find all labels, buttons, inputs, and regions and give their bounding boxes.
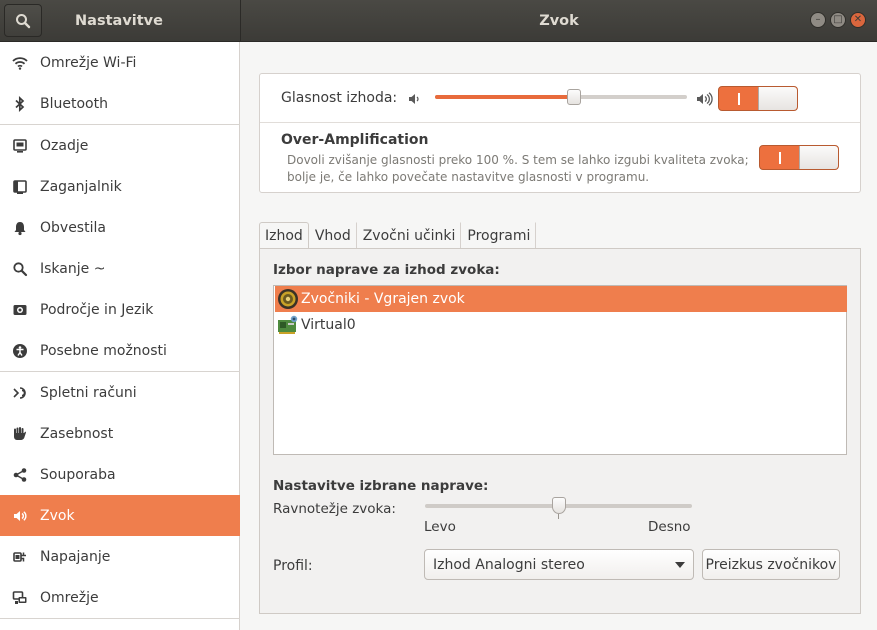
sidebar-item-network[interactable]: Omrežje — [0, 577, 240, 618]
over-amplification-title: Over-Amplification — [281, 132, 429, 148]
over-amplification-switch[interactable] — [759, 145, 839, 170]
sidebar-item-label: Področje in Jezik — [40, 301, 154, 318]
sidebar-separator — [0, 618, 240, 619]
frame-separator — [260, 122, 860, 123]
balance-center-mark — [558, 514, 559, 519]
volume-high-icon — [696, 91, 714, 111]
output-volume-switch[interactable] — [718, 86, 798, 111]
device-list: Zvočniki - Vgrajen zvok Virtual0 — [273, 285, 847, 455]
sidebar-item-label: Posebne možnosti — [40, 342, 167, 359]
header-bar: Nastavitve Zvok – □ ✕ — [0, 0, 877, 42]
sidebar-item-background[interactable]: Ozadje — [0, 125, 240, 166]
sidebar-item-label: Omrežje — [40, 589, 99, 606]
test-speakers-button[interactable]: Preizkus zvočnikov — [702, 549, 840, 580]
sound-card-icon — [275, 315, 301, 335]
close-button[interactable]: ✕ — [850, 12, 866, 28]
sidebar-item-accessibility[interactable]: Posebne možnosti — [0, 330, 240, 371]
sidebar-item-label: Zaganjalnik — [40, 178, 122, 195]
over-amplification-description: Dovoli zvišanje glasnosti preko 100 %. S… — [287, 153, 749, 184]
switch-on-icon — [779, 152, 781, 164]
sidebar-item-label: Omrežje Wi-Fi — [40, 54, 137, 71]
sidebar-item-label: Obvestila — [40, 219, 106, 236]
bell-icon — [0, 220, 40, 236]
output-volume-label: Glasnost izhoda: — [281, 90, 398, 106]
dock-icon — [0, 179, 40, 195]
page-title: Zvok — [539, 13, 579, 29]
tab-applications[interactable]: Programi — [461, 222, 537, 249]
tab-input[interactable]: Vhod — [309, 222, 357, 249]
power-icon — [0, 549, 40, 565]
share-icon — [0, 467, 40, 483]
sidebar-item-label: Souporaba — [40, 466, 116, 483]
balance-label: Ravnotežje zvoka: — [273, 501, 396, 517]
bluetooth-icon — [0, 95, 40, 112]
sidebar-item-label: Spletni računi — [40, 384, 137, 401]
profile-dropdown[interactable]: Izhod Analogni stereo — [424, 549, 694, 580]
sidebar-item-label: Ozadje — [40, 137, 89, 154]
sidebar-item-label: Zvok — [40, 507, 75, 524]
sidebar-item-label: Zasebnost — [40, 425, 114, 442]
network-icon — [0, 590, 40, 606]
online-accounts-icon — [0, 385, 40, 401]
sidebar-item-region[interactable]: Področje in Jezik — [0, 289, 240, 330]
profile-label: Profil: — [273, 558, 313, 574]
search-icon — [16, 13, 31, 28]
sidebar-item-wifi[interactable]: Omrežje Wi-Fi — [0, 42, 240, 83]
sidebar-item-label: Iskanje ~ — [40, 260, 106, 277]
device-settings-title: Nastavitve izbrane naprave: — [273, 478, 489, 494]
volume-low-icon — [408, 92, 424, 110]
sidebar-item-bluetooth[interactable]: Bluetooth — [0, 83, 240, 124]
hand-icon — [0, 426, 40, 442]
speaker-device-icon — [275, 288, 301, 310]
balance-handle[interactable] — [552, 497, 566, 514]
sidebar-item-online-accounts[interactable]: Spletni računi — [0, 372, 240, 413]
sidebar-item-dock[interactable]: Zaganjalnik — [0, 166, 240, 207]
output-volume-handle[interactable] — [566, 89, 581, 105]
window-controls: – □ ✕ — [810, 12, 866, 28]
device-label: Virtual0 — [301, 317, 356, 333]
sidebar-item-notifications[interactable]: Obvestila — [0, 207, 240, 248]
search-button[interactable] — [4, 4, 42, 37]
output-panel: Izbor naprave za izhod zvoka: Zvočniki -… — [259, 248, 861, 614]
sidebar-item-sharing[interactable]: Souporaba — [0, 454, 240, 495]
background-icon — [0, 138, 40, 154]
minimize-button[interactable]: – — [810, 12, 826, 28]
sidebar-item-search[interactable]: Iskanje ~ — [0, 248, 240, 289]
sidebar: Omrežje Wi-Fi Bluetooth Ozadje Zaganjaln… — [0, 42, 240, 630]
minimize-icon: – — [815, 14, 821, 25]
sidebar-item-label: Napajanje — [40, 548, 111, 565]
tab-output[interactable]: Izhod — [259, 222, 309, 249]
sidebar-item-power[interactable]: Napajanje — [0, 536, 240, 577]
switch-on-icon — [738, 93, 740, 105]
sidebar-item-privacy[interactable]: Zasebnost — [0, 413, 240, 454]
device-label: Zvočniki - Vgrajen zvok — [301, 291, 465, 307]
list-item-virtual0[interactable]: Virtual0 — [275, 312, 847, 338]
list-item-speakers[interactable]: Zvočniki - Vgrajen zvok — [275, 286, 847, 312]
balance-right-label: Desno — [648, 519, 691, 535]
wifi-icon — [0, 55, 40, 71]
maximize-button[interactable]: □ — [830, 12, 846, 28]
tab-sound-effects[interactable]: Zvočni učinki — [357, 222, 462, 249]
search-icon — [0, 261, 40, 277]
sidebar-item-sound[interactable]: Zvok — [0, 495, 240, 536]
output-volume-slider[interactable] — [435, 95, 687, 99]
device-section-title: Izbor naprave za izhod zvoka: — [273, 262, 500, 278]
balance-left-label: Levo — [424, 519, 456, 535]
sidebar-item-label: Bluetooth — [40, 95, 108, 112]
close-icon: ✕ — [853, 14, 863, 25]
region-icon — [0, 302, 40, 318]
output-volume-fill — [435, 95, 574, 99]
accessibility-icon — [0, 343, 40, 359]
speaker-icon — [0, 508, 40, 524]
switch-knob — [758, 87, 797, 110]
maximize-icon: □ — [833, 14, 843, 25]
chevron-down-icon — [675, 562, 685, 568]
volume-frame: Glasnost izhoda: Over-Amplification Dovo… — [259, 73, 861, 193]
sound-tabs: Izhod Vhod Zvočni učinki Programi — [259, 222, 537, 249]
switch-knob — [799, 146, 838, 169]
profile-value: Izhod Analogni stereo — [433, 556, 585, 573]
main-content: Glasnost izhoda: Over-Amplification Dovo… — [241, 42, 877, 630]
settings-title: Nastavitve — [75, 13, 163, 29]
